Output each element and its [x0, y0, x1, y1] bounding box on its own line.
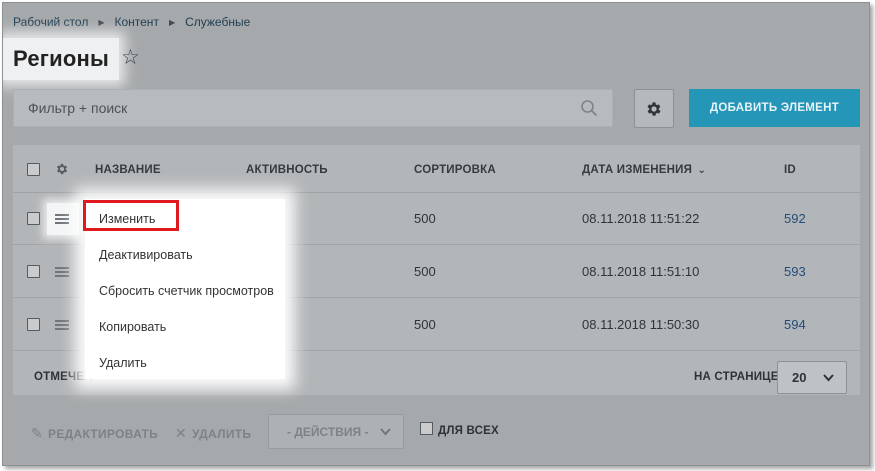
filter-search-input[interactable] [28, 100, 568, 116]
row-checkbox[interactable] [27, 265, 40, 278]
column-header-id[interactable]: ID [784, 164, 796, 176]
filter-search-box [13, 89, 613, 127]
menu-item-deactivate[interactable]: Деактивировать [99, 248, 193, 262]
column-header-sort[interactable]: СОРТИРОВКА [414, 164, 496, 176]
menu-item-reset-views[interactable]: Сбросить счетчик просмотров [99, 284, 274, 298]
breadcrumb-item-service[interactable]: Служебные [185, 15, 250, 29]
gear-icon [647, 101, 661, 116]
page-title: Регионы [13, 46, 109, 71]
star-icon[interactable]: ☆ [121, 47, 143, 69]
breadcrumb-item-content[interactable]: Контент [114, 15, 158, 29]
delete-button[interactable]: ✕ УДАЛИТЬ [175, 425, 251, 442]
group-action-bar: ✎ РЕДАКТИРОВАТЬ ✕ УДАЛИТЬ - ДЕЙСТВИЯ - Д… [13, 405, 860, 455]
chevron-right-icon: ▶ [98, 17, 105, 27]
page-title-wrap: Регионы [3, 38, 119, 80]
row-checkbox[interactable] [27, 318, 40, 331]
actions-select[interactable]: - ДЕЙСТВИЯ - [268, 414, 404, 449]
hamburger-menu-icon[interactable] [55, 320, 69, 330]
highlight-annotation-box [83, 200, 179, 231]
edit-label: РЕДАКТИРОВАТЬ [48, 426, 159, 441]
close-icon: ✕ [175, 425, 188, 441]
chevron-down-icon: ⌄ [697, 165, 707, 176]
row-checkbox[interactable] [27, 212, 40, 225]
edit-button[interactable]: ✎ РЕДАКТИРОВАТЬ [31, 425, 158, 442]
breadcrumb: Рабочий стол ▶ Контент ▶ Служебные [13, 15, 250, 29]
for-all-checkbox[interactable] [420, 422, 433, 435]
row-date-value: 08.11.2018 11:50:30 [582, 317, 700, 332]
window-frame: Рабочий стол ▶ Контент ▶ Служебные Регио… [2, 2, 870, 466]
for-all-label: ДЛЯ ВСЕХ [438, 424, 499, 437]
table-header: НАЗВАНИЕ АКТИВНОСТЬ СОРТИРОВКА ДАТА ИЗМЕ… [13, 145, 860, 193]
gear-icon[interactable] [55, 162, 69, 176]
row-id-link[interactable]: 594 [784, 317, 806, 332]
select-all-checkbox[interactable] [27, 163, 40, 176]
pencil-icon: ✎ [31, 425, 44, 441]
hamburger-menu-icon[interactable] [55, 267, 69, 277]
per-page-value: 20 [792, 370, 807, 385]
column-header-date-label: ДАТА ИЗМЕНЕНИЯ [582, 164, 693, 176]
chevron-right-icon: ▶ [168, 17, 176, 27]
add-element-button[interactable]: ДОБАВИТЬ ЭЛЕМЕНТ [689, 89, 860, 127]
row-sort-value: 500 [414, 211, 436, 226]
hamburger-menu-icon[interactable] [55, 214, 69, 224]
row-id-link[interactable]: 592 [784, 211, 806, 226]
delete-label: УДАЛИТЬ [192, 426, 252, 441]
chevron-down-icon [380, 428, 391, 436]
search-icon[interactable] [580, 99, 598, 117]
row-id-link[interactable]: 593 [784, 264, 806, 279]
row-sort-value: 500 [414, 317, 436, 332]
settings-button[interactable] [634, 89, 674, 128]
column-header-date[interactable]: ДАТА ИЗМЕНЕНИЯ ⌄ [582, 164, 706, 176]
selected-count-label: ОТМЕЧЕН [34, 371, 93, 383]
breadcrumb-item-desktop[interactable]: Рабочий стол [13, 15, 88, 29]
column-header-active[interactable]: АКТИВНОСТЬ [246, 164, 328, 176]
per-page-select[interactable]: 20 [777, 361, 847, 394]
column-header-name[interactable]: НАЗВАНИЕ [95, 164, 161, 176]
actions-select-value: - ДЕЙСТВИЯ - [287, 424, 369, 439]
per-page-label: НА СТРАНИЦЕ: [694, 371, 783, 383]
menu-item-copy[interactable]: Копировать [99, 320, 166, 334]
for-all-checkbox-label[interactable]: ДЛЯ ВСЕХ [420, 422, 499, 437]
row-date-value: 08.11.2018 11:51:22 [582, 211, 700, 226]
row-date-value: 08.11.2018 11:51:10 [582, 264, 700, 279]
row-sort-value: 500 [414, 264, 436, 279]
menu-item-delete[interactable]: Удалить [99, 356, 147, 370]
chevron-down-icon [823, 374, 834, 382]
